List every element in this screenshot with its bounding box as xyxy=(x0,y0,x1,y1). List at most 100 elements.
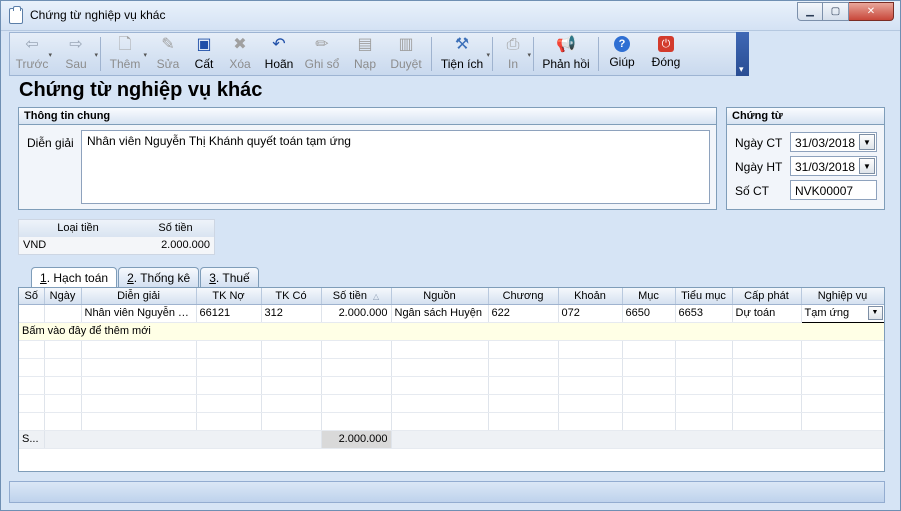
close-window-button[interactable]: ✕ xyxy=(849,2,894,21)
window-title: Chứng từ nghiệp vụ khác xyxy=(30,8,166,22)
col-header-tk-co[interactable]: TK Có xyxy=(261,288,322,305)
chevron-down-icon: ▾ xyxy=(94,52,98,59)
col-header-tieu-muc[interactable]: Tiểu mục xyxy=(675,288,733,305)
clipboard-icon xyxy=(9,6,23,24)
delete-button[interactable]: ✖ Xóa xyxy=(221,33,259,75)
toolbar-separator xyxy=(598,37,599,71)
date-ht-input[interactable]: 31/03/2018 ▼ xyxy=(790,156,877,176)
voucher-number-label: Số CT xyxy=(735,184,770,198)
col-header-ngay[interactable]: Ngày xyxy=(44,288,82,305)
megaphone-icon: 📢 xyxy=(556,36,576,53)
chevron-down-icon[interactable]: ▼ xyxy=(867,305,883,320)
accounting-grid: Số Ngày Diễn giải TK Nợ TK Có Số tiền △ N… xyxy=(18,287,885,472)
chevron-down-icon: ▾ xyxy=(486,52,490,59)
col-header-nghiep-vu[interactable]: Nghiệp vụ xyxy=(801,288,884,305)
voucher-panel: Chứng từ Ngày CT 31/03/2018 ▼ Ngày HT 31… xyxy=(726,107,885,210)
col-header-chuong[interactable]: Chương xyxy=(488,288,559,305)
close-icon: ✕ xyxy=(866,6,876,17)
close-form-button[interactable]: ⏻ Đóng xyxy=(645,33,687,75)
record-button[interactable]: ✏ Ghi sổ xyxy=(299,33,345,75)
cell-tk-co[interactable]: 312 xyxy=(261,304,322,323)
amount-header: Số tiền xyxy=(158,222,193,234)
load-icon: ▤ xyxy=(357,36,373,53)
help-button[interactable]: ? Giúp xyxy=(603,33,641,75)
cell-so-tien[interactable]: 2.000.000 xyxy=(321,304,392,323)
chevron-down-icon[interactable]: ▼ xyxy=(859,158,875,174)
add-button[interactable]: 🗋 Thêm ▾ xyxy=(105,33,147,75)
add-new-row-text[interactable]: Bấm vào đây để thêm mới xyxy=(19,322,884,341)
edit-document-icon: ✎ xyxy=(161,36,175,53)
approve-button[interactable]: ▥ Duyệt xyxy=(385,33,427,75)
maximize-button[interactable]: ▢ xyxy=(823,2,849,21)
tab-strip: 1. Hạch toán 2. Thống kê 3. Thuế xyxy=(31,267,260,288)
general-info-panel: Thông tin chung Diễn giải Nhân viên Nguy… xyxy=(18,107,717,210)
save-button[interactable]: ▣ Cất xyxy=(187,33,221,75)
currency-row[interactable]: VND 2.000.000 xyxy=(19,237,214,254)
tab-accounting[interactable]: 1. Hạch toán xyxy=(31,267,118,288)
add-new-row[interactable]: Bấm vào đây để thêm mới xyxy=(19,322,884,341)
toolbar-separator xyxy=(100,37,101,71)
description-label: Diễn giải xyxy=(27,136,74,150)
toolbar-overflow-button[interactable] xyxy=(736,32,749,76)
toolbar: ⇦ Trước ▾ ⇨ Sau ▾ 🗋 Thêm ▾ ✎ Sửa ▣ Cất ✖… xyxy=(9,32,749,76)
empty-row[interactable] xyxy=(19,412,884,431)
date-ct-input[interactable]: 31/03/2018 ▼ xyxy=(790,132,877,152)
cell-chuong[interactable]: 622 xyxy=(488,304,559,323)
cell-nguon[interactable]: Ngân sách Huyện xyxy=(391,304,489,323)
col-header-muc[interactable]: Mục xyxy=(622,288,676,305)
col-header-cap-phat[interactable]: Cấp phát xyxy=(732,288,802,305)
save-icon: ▣ xyxy=(196,36,212,53)
minimize-icon: ▁ xyxy=(806,6,814,17)
load-button[interactable]: ▤ Nạp xyxy=(345,33,385,75)
date-ct-label: Ngày CT xyxy=(735,136,783,150)
cell-dien-giai[interactable]: Nhân viên Nguyễn Thị Khánh xyxy=(81,304,197,323)
cell-ngay[interactable] xyxy=(44,304,82,323)
cell-muc[interactable]: 6650 xyxy=(622,304,676,323)
arrow-left-icon: ⇦ xyxy=(25,36,39,53)
cell-nghiep-vu-combo[interactable]: Tạm ứng ▼ xyxy=(800,303,884,323)
undo-icon: ↶ xyxy=(272,36,286,53)
col-header-so-tien[interactable]: Số tiền △ xyxy=(321,288,392,305)
utilities-button[interactable]: ⚒ Tiện ích ▾ xyxy=(436,33,490,75)
toolbar-separator xyxy=(431,37,432,71)
col-header-dien-giai[interactable]: Diễn giải xyxy=(81,288,197,305)
cell-cap-phat[interactable]: Dự toán xyxy=(732,304,802,323)
empty-row[interactable] xyxy=(19,394,884,413)
status-bar xyxy=(9,481,885,503)
window: Chứng từ nghiệp vụ khác ▁ ▢ ✕ ⇦ Trước ▾ … xyxy=(0,0,901,511)
empty-row[interactable] xyxy=(19,376,884,395)
previous-button[interactable]: ⇦ Trước ▾ xyxy=(14,33,52,75)
tools-icon: ⚒ xyxy=(454,36,470,53)
empty-row[interactable] xyxy=(19,340,884,359)
arrow-right-icon: ⇨ xyxy=(69,36,83,53)
help-icon: ? xyxy=(614,36,630,52)
postpone-button[interactable]: ↶ Hoãn xyxy=(259,33,299,75)
edit-button[interactable]: ✎ Sửa xyxy=(149,33,187,75)
col-header-khoan[interactable]: Khoản xyxy=(558,288,623,305)
description-textarea[interactable]: Nhân viên Nguyễn Thị Khánh quyết toán tạ… xyxy=(81,130,710,204)
col-header-nguon[interactable]: Nguồn xyxy=(391,288,489,305)
chevron-down-icon[interactable]: ▼ xyxy=(859,134,875,150)
footer-total: 2.000.000 xyxy=(321,429,392,449)
chevron-down-icon: ▾ xyxy=(143,52,147,59)
date-ht-label: Ngày HT xyxy=(735,160,783,174)
next-button[interactable]: ⇨ Sau ▾ xyxy=(56,33,98,75)
voucher-number-input[interactable]: NVK00007 xyxy=(790,180,877,200)
table-row[interactable]: Nhân viên Nguyễn Thị Khánh 66121 312 2.0… xyxy=(19,303,884,323)
col-header-so[interactable]: Số xyxy=(19,288,45,305)
print-button[interactable]: ⎙ In ▾ xyxy=(497,33,531,75)
feedback-button[interactable]: 📢 Phản hồi xyxy=(538,33,594,75)
tab-statistics[interactable]: 2. Thống kê xyxy=(118,267,200,287)
col-header-tk-no[interactable]: TK Nợ xyxy=(196,288,262,305)
currency-type-value: VND xyxy=(23,239,47,251)
empty-row[interactable] xyxy=(19,358,884,377)
chevron-down-icon: ▾ xyxy=(527,52,531,59)
cell-khoan[interactable]: 072 xyxy=(558,304,623,323)
page-title: Chứng từ nghiệp vụ khác xyxy=(19,79,263,101)
minimize-button[interactable]: ▁ xyxy=(797,2,823,21)
tab-tax[interactable]: 3. Thuế xyxy=(200,267,259,287)
cell-tieu-muc[interactable]: 6653 xyxy=(675,304,733,323)
cell-so[interactable] xyxy=(19,304,45,323)
cell-tk-no[interactable]: 66121 xyxy=(196,304,262,323)
voucher-header: Chứng từ xyxy=(727,108,884,125)
